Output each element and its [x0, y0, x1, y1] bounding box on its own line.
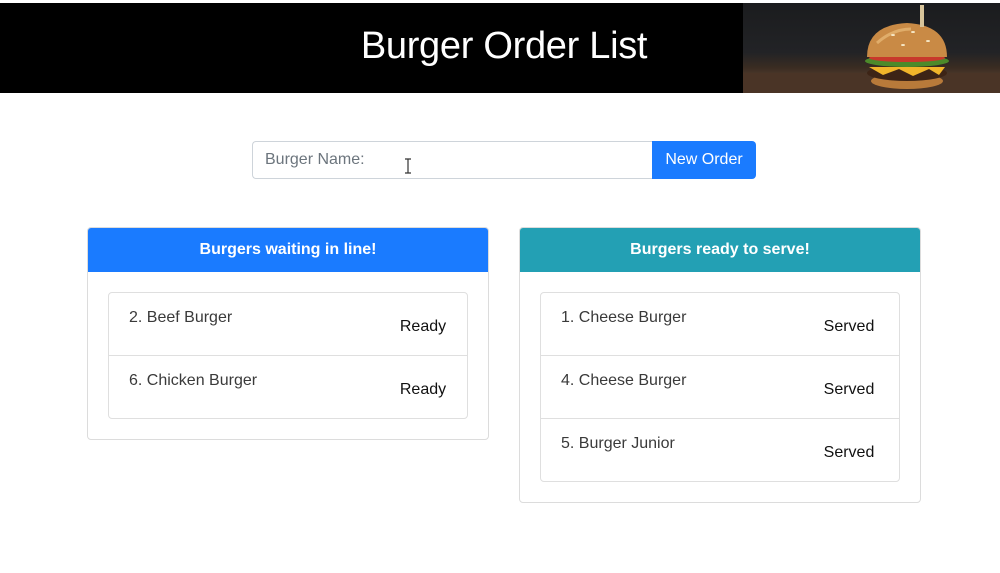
burger-name: 5. Burger Junior: [561, 435, 675, 452]
served-card-title: Burgers ready to serve!: [520, 228, 920, 272]
served-button[interactable]: Served: [799, 293, 899, 355]
list-item: 6. Chicken Burger Ready: [109, 355, 467, 418]
waiting-list: 2. Beef Burger Ready 6. Chicken Burger R…: [108, 292, 468, 419]
text-cursor-icon: [404, 158, 412, 174]
waiting-card: Burgers waiting in line! 2. Beef Burger …: [87, 227, 489, 440]
new-order-form: New Order: [252, 141, 756, 179]
page-header: Burger Order List: [0, 3, 1000, 93]
served-button[interactable]: Served: [799, 419, 899, 481]
ready-button[interactable]: Ready: [379, 293, 467, 355]
list-item: 4. Cheese Burger Served: [541, 355, 899, 418]
burger-name: 4. Cheese Burger: [561, 372, 687, 389]
burger-name: 2. Beef Burger: [129, 309, 233, 326]
burger-name: 1. Cheese Burger: [561, 309, 687, 326]
list-item: 2. Beef Burger Ready: [109, 293, 467, 355]
ready-button[interactable]: Ready: [379, 356, 467, 418]
burger-name: 6. Chicken Burger: [129, 372, 258, 389]
burger-name-input[interactable]: [252, 141, 652, 179]
list-item: 1. Cheese Burger Served: [541, 293, 899, 355]
served-card: Burgers ready to serve! 1. Cheese Burger…: [519, 227, 921, 503]
burger-photo: [743, 3, 1000, 93]
list-item: 5. Burger Junior Served: [541, 418, 899, 481]
waiting-card-title: Burgers waiting in line!: [88, 228, 488, 272]
served-list: 1. Cheese Burger Served 4. Cheese Burger…: [540, 292, 900, 482]
new-order-button[interactable]: New Order: [652, 141, 756, 179]
served-button[interactable]: Served: [799, 356, 899, 418]
